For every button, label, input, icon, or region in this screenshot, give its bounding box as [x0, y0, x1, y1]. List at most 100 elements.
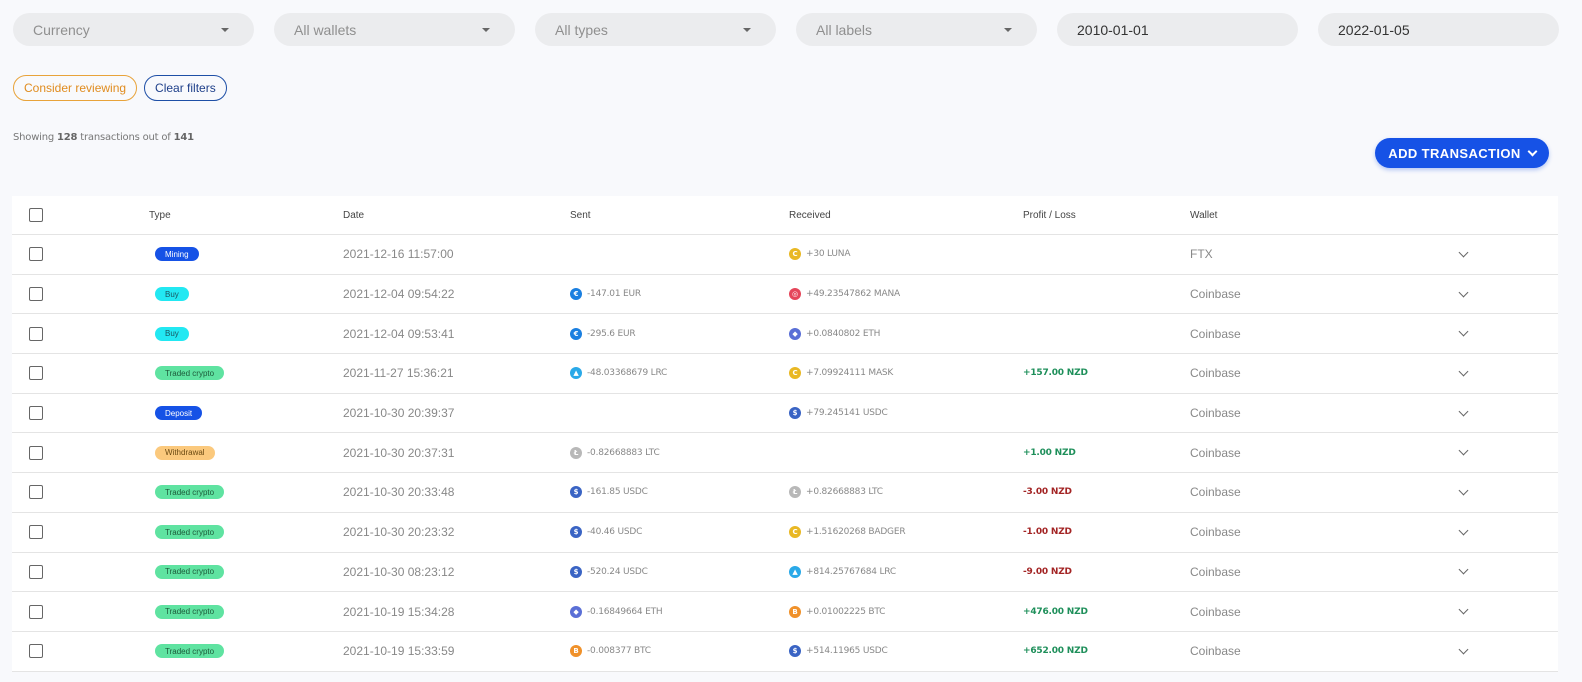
eur-icon: €: [570, 327, 582, 340]
row-checkbox[interactable]: [29, 287, 43, 302]
table-row[interactable]: Traded crypto 2021-11-27 15:36:21 ▲ -48.033…: [12, 354, 1558, 394]
mana-icon: ◎: [789, 288, 801, 301]
expand-row-chevron-icon[interactable]: [1458, 604, 1469, 615]
table-row[interactable]: Deposit 2021-10-30 20:39:37 $ +79.245141 US…: [12, 394, 1558, 434]
table-row[interactable]: Traded crypto 2021-10-30 20:23:32 $ -40.46 …: [12, 513, 1558, 553]
type-badge: Traded crypto: [155, 485, 225, 500]
labels-select-label: All labels: [816, 21, 873, 38]
header-received[interactable]: Received: [789, 210, 831, 221]
count-prefix: Showing: [13, 132, 55, 143]
expand-row-chevron-icon[interactable]: [1458, 445, 1469, 456]
eur-icon: €: [570, 288, 582, 301]
table-row[interactable]: Traded crypto 2021-10-30 20:33:48 $ -161.85…: [12, 473, 1558, 513]
table-row[interactable]: Mining 2021-12-16 11:57:00 C +30 LUNA FTX: [12, 235, 1558, 275]
received-amount: +49.23547862 MANA: [806, 289, 900, 300]
consider-reviewing-button[interactable]: Consider reviewing: [13, 75, 138, 101]
received-amount: +7.09924111 MASK: [806, 368, 894, 379]
count-total: 141: [173, 132, 194, 143]
expand-row-chevron-icon[interactable]: [1458, 525, 1469, 536]
table-row[interactable]: Traded crypto 2021-10-30 08:23:12 $ -520.24…: [12, 553, 1558, 593]
profit-loss-cell: -1.00 NZD: [1023, 527, 1072, 538]
date-cell: 2021-10-30 20:39:37: [343, 406, 455, 421]
date-to-input[interactable]: 2022-01-05: [1318, 13, 1559, 46]
received-amount: +30 LUNA: [806, 249, 851, 260]
expand-row-chevron-icon[interactable]: [1458, 366, 1469, 377]
profit-loss-cell: +157.00 NZD: [1023, 368, 1088, 379]
row-checkbox[interactable]: [29, 604, 43, 619]
add-transaction-button[interactable]: ADD TRANSACTION: [1375, 138, 1549, 168]
luna-icon: C: [789, 248, 801, 261]
sent-cell: $ -520.24 USDC: [570, 565, 648, 578]
lrc-icon: ▲: [789, 565, 801, 578]
received-cell: ▲ +814.25767684 LRC: [789, 565, 896, 578]
row-checkbox[interactable]: [29, 326, 43, 341]
row-checkbox[interactable]: [29, 406, 43, 421]
received-cell: ◆ +0.0840802 ETH: [789, 327, 880, 340]
type-badge: Traded crypto: [155, 604, 225, 619]
sent-cell: € -295.6 EUR: [570, 327, 636, 340]
clear-filters-button[interactable]: Clear filters: [144, 75, 227, 101]
currency-select[interactable]: Currency: [13, 13, 254, 46]
wallet-cell: Coinbase: [1190, 644, 1241, 659]
row-checkbox[interactable]: [29, 366, 43, 381]
type-badge: Buy: [155, 326, 189, 341]
expand-row-chevron-icon[interactable]: [1458, 485, 1469, 496]
profit-loss-cell: -9.00 NZD: [1023, 566, 1072, 577]
date-to-value: 2022-01-05: [1338, 21, 1410, 38]
expand-row-chevron-icon[interactable]: [1458, 326, 1469, 337]
table-row[interactable]: Traded crypto 2021-10-19 15:33:59 B -0.0083…: [12, 632, 1558, 672]
date-cell: 2021-12-16 11:57:00: [343, 247, 454, 262]
date-cell: 2021-10-30 20:33:48: [343, 485, 455, 500]
table-row[interactable]: Buy 2021-12-04 09:54:22 € -147.01 EUR ◎ +49.2…: [12, 275, 1558, 315]
row-checkbox[interactable]: [29, 564, 43, 579]
received-amount: +1.51620268 BADGER: [806, 527, 906, 538]
date-cell: 2021-10-30 08:23:12: [343, 564, 455, 579]
table-row[interactable]: Buy 2021-12-04 09:53:41 € -295.6 EUR ◆ +0.084…: [12, 314, 1558, 355]
header-sent[interactable]: Sent: [570, 210, 591, 221]
count-shown: 128: [57, 132, 78, 143]
row-checkbox[interactable]: [29, 247, 43, 262]
labels-select[interactable]: All labels: [796, 13, 1037, 46]
wallets-select[interactable]: All wallets: [274, 13, 515, 46]
received-cell: B +0.01002225 BTC: [789, 605, 885, 618]
header-date[interactable]: Date: [343, 210, 364, 221]
row-checkbox[interactable]: [29, 525, 43, 540]
types-select[interactable]: All types: [535, 13, 776, 46]
received-cell: C +7.09924111 MASK: [789, 367, 894, 380]
expand-row-chevron-icon[interactable]: [1458, 644, 1469, 655]
sent-cell: B -0.008377 BTC: [570, 645, 651, 658]
eth-icon: ◆: [789, 327, 801, 340]
table-header: Type Date Sent Received Profit / Loss Wa…: [12, 196, 1558, 235]
table-row[interactable]: Traded crypto 2021-10-19 15:34:28 ◆ -0.1684…: [12, 592, 1558, 632]
profit-loss-cell: +1.00 NZD: [1023, 447, 1076, 458]
date-from-input[interactable]: 2010-01-01: [1057, 13, 1298, 46]
select-all-checkbox[interactable]: [29, 208, 43, 222]
expand-row-chevron-icon[interactable]: [1458, 564, 1469, 575]
wallet-cell: Coinbase: [1190, 564, 1241, 579]
header-wallet[interactable]: Wallet: [1190, 210, 1217, 221]
sent-amount: -40.46 USDC: [587, 527, 643, 538]
sent-amount: -0.008377 BTC: [587, 646, 651, 657]
wallet-cell: Coinbase: [1190, 525, 1241, 540]
row-checkbox[interactable]: [29, 644, 43, 659]
type-badge: Withdrawal: [155, 445, 215, 460]
table-body: Mining 2021-12-16 11:57:00 C +30 LUNA FTX Buy…: [12, 235, 1558, 672]
expand-row-chevron-icon[interactable]: [1458, 406, 1469, 417]
type-badge: Traded crypto: [155, 644, 225, 659]
header-type[interactable]: Type: [149, 210, 171, 221]
row-checkbox[interactable]: [29, 485, 43, 500]
expand-row-chevron-icon[interactable]: [1458, 287, 1469, 297]
row-checkbox[interactable]: [29, 445, 43, 460]
received-cell: C +30 LUNA: [789, 248, 851, 261]
usdc-icon: $: [789, 407, 801, 420]
date-cell: 2021-10-19 15:33:59: [343, 644, 455, 659]
sent-cell: € -147.01 EUR: [570, 288, 641, 301]
wallets-select-label: All wallets: [294, 21, 357, 38]
quick-actions: Consider reviewing Clear filters: [13, 75, 227, 101]
expand-row-chevron-icon[interactable]: [1458, 247, 1469, 258]
received-amount: +814.25767684 LRC: [806, 566, 896, 577]
wallet-cell: FTX: [1190, 247, 1213, 262]
header-profit-loss[interactable]: Profit / Loss: [1023, 210, 1076, 221]
currency-select-label: Currency: [33, 21, 90, 38]
table-row[interactable]: Withdrawal 2021-10-30 20:37:31 Ł -0.8266888…: [12, 433, 1558, 474]
